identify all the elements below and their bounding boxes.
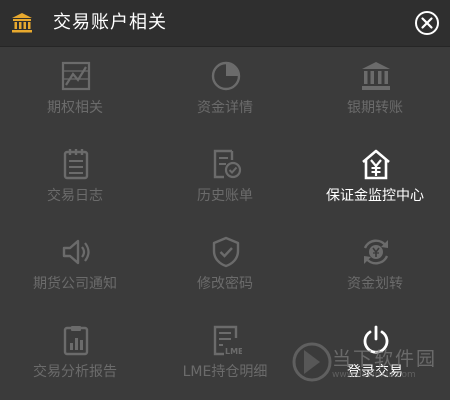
menu-item-fund-transfer[interactable]: 资金划转	[300, 222, 450, 310]
menu-item-label: 期货公司通知	[33, 276, 117, 292]
menu-item-label: 资金划转	[347, 276, 403, 292]
bank-icon	[12, 13, 32, 33]
menu-item-label: 交易分析报告	[33, 364, 117, 380]
menu-item-label: 历史账单	[197, 188, 253, 204]
menu-item-fund-details[interactable]: 资金详情	[150, 46, 300, 134]
bank-icon	[362, 62, 390, 90]
chart-icon	[61, 61, 91, 91]
header-bar: 交易账户相关	[0, 0, 450, 47]
power-icon	[363, 325, 389, 354]
page-title: 交易账户相关	[53, 12, 167, 33]
menu-item-options[interactable]: 期权相关	[0, 46, 150, 134]
menu-item-change-password[interactable]: 修改密码	[150, 222, 300, 310]
menu-item-label: 资金详情	[197, 100, 253, 116]
yen-house-icon	[362, 149, 390, 180]
pie-chart-icon	[211, 61, 241, 91]
menu-item-label: 期权相关	[47, 100, 103, 116]
menu-item-label: 修改密码	[197, 276, 253, 292]
close-icon[interactable]	[414, 10, 440, 36]
menu-item-lme-positions[interactable]: LME LME持仓明细	[150, 310, 300, 398]
menu-item-company-notice[interactable]: 期货公司通知	[0, 222, 150, 310]
svg-text:LME: LME	[225, 347, 242, 356]
menu-item-analysis-report[interactable]: 交易分析报告	[0, 310, 150, 398]
menu-item-margin-monitor[interactable]: 保证金监控中心	[300, 134, 450, 222]
menu-item-label: 登录交易	[347, 364, 403, 380]
menu-item-history-bill[interactable]: 历史账单	[150, 134, 300, 222]
speaker-icon	[62, 239, 90, 265]
menu-item-login-trade[interactable]: 登录交易	[300, 310, 450, 398]
report-icon	[63, 326, 89, 356]
bill-check-icon	[213, 149, 242, 179]
shield-check-icon	[212, 236, 240, 268]
menu-grid: 期权相关 资金详情 银期转账 交易日志 历史账单 保证金监控中心 期货公司通知 …	[0, 46, 450, 400]
lme-list-icon: LME	[213, 325, 242, 356]
menu-item-label: 保证金监控中心	[326, 188, 424, 204]
menu-item-trade-log[interactable]: 交易日志	[0, 134, 150, 222]
notepad-icon	[63, 149, 89, 180]
menu-item-label: 银期转账	[347, 100, 403, 116]
yen-transfer-icon	[363, 239, 389, 265]
menu-item-bank-futures-transfer[interactable]: 银期转账	[300, 46, 450, 134]
menu-item-label: 交易日志	[47, 188, 103, 204]
menu-item-label: LME持仓明细	[182, 364, 268, 380]
